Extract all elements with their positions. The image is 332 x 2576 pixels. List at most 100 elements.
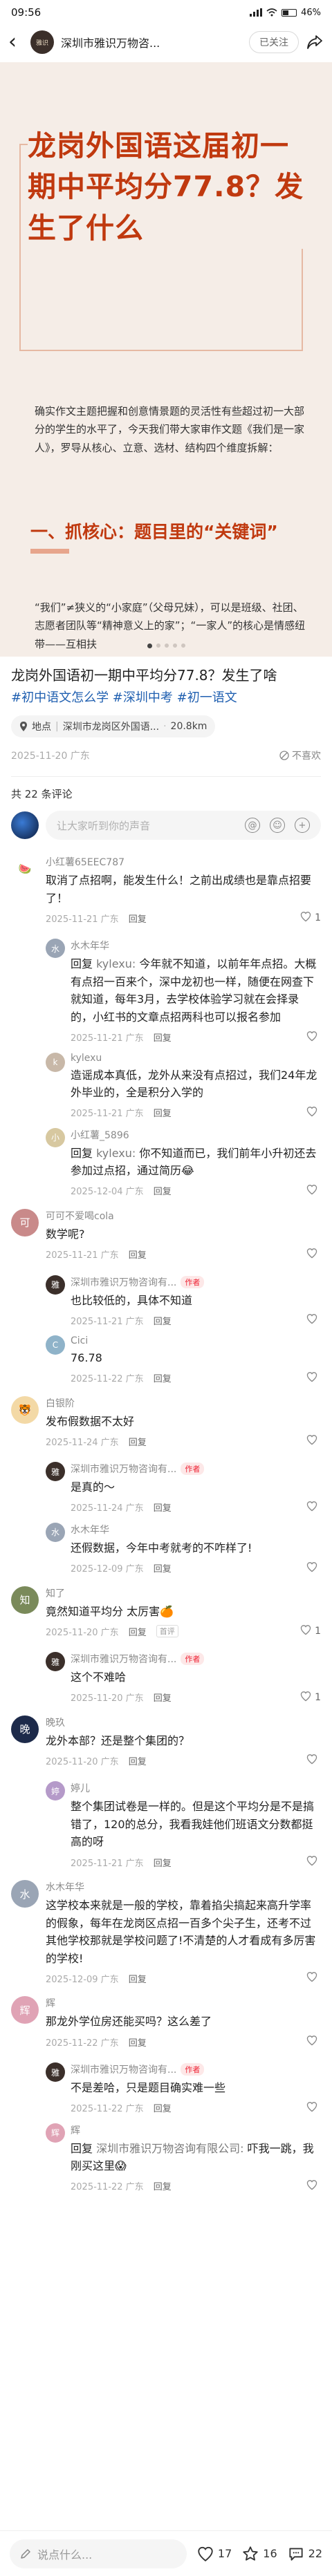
reply-button[interactable]: 回复 xyxy=(129,1248,147,1261)
comment-like-button[interactable] xyxy=(306,1031,321,1044)
comment-like-button[interactable]: 1 xyxy=(299,911,321,925)
comment-like-button[interactable] xyxy=(306,1561,321,1575)
commenter-name[interactable]: 辉 xyxy=(46,1996,321,2010)
post-meta: 2025-11-20 广东 不喜欢 xyxy=(11,749,321,762)
follow-button[interactable]: 已关注 xyxy=(249,31,299,53)
comment-like-button[interactable] xyxy=(306,1184,321,1198)
commenter-name[interactable]: 知了 xyxy=(46,1586,321,1600)
reply-button[interactable]: 回复 xyxy=(154,2179,172,2192)
comment-like-button[interactable] xyxy=(306,1313,321,1327)
replier-name[interactable]: Cici xyxy=(71,1335,321,1346)
replier-avatar[interactable]: 小 xyxy=(46,1127,65,1147)
reply-content: 是真的～ xyxy=(71,1480,116,1494)
comment-item: 晚晚玖 龙外本部？还是整个集团的？ 2025-11-20 广东 回复婷婷儿 整个集团试卷… xyxy=(0,1704,332,1869)
emoji-icon[interactable]: ☺ xyxy=(270,818,285,833)
reply-target[interactable]: kylexu: xyxy=(96,1147,136,1160)
back-arrow-icon[interactable]: ‹ xyxy=(8,32,24,53)
cover-image[interactable]: 龙岗外国语这届初一期中平均分77.8？发生了什么 确实作文主题把握和创意情景题的… xyxy=(0,62,332,657)
replier-avatar[interactable]: 雅 xyxy=(46,1462,65,1482)
comment-like-button[interactable] xyxy=(306,1106,321,1120)
commenter-name[interactable]: 水木年华 xyxy=(46,1880,321,1894)
reply-button[interactable]: 回复 xyxy=(129,1625,147,1638)
reply-button[interactable]: 回复 xyxy=(154,1691,172,1704)
reply-button[interactable]: 回复 xyxy=(154,1031,172,1044)
replier-name[interactable]: kylexu xyxy=(71,1053,321,1064)
comment-date: 2025-11-21 广东 xyxy=(71,1316,144,1327)
replier-avatar[interactable]: 雅 xyxy=(46,1652,65,1672)
comment-like-button[interactable] xyxy=(306,1371,321,1385)
dislike-button[interactable]: 不喜欢 xyxy=(279,749,321,762)
reply-target[interactable]: 深圳市雅识万物咨询有限公司: xyxy=(96,2142,243,2155)
collect-button[interactable]: 16 xyxy=(241,2545,277,2563)
commenter-name[interactable]: 小红薯65EEC787 xyxy=(46,855,321,869)
replier-name[interactable]: 深圳市雅识万物咨询有... 作者 xyxy=(71,1462,321,1476)
comment-like-button[interactable] xyxy=(306,2101,321,2115)
post-tags[interactable]: #初中语文怎么学 #深圳中考 #初一语文 xyxy=(11,688,321,707)
comment-like-button[interactable]: 1 xyxy=(299,1624,321,1638)
commenter-avatar[interactable]: 晚 xyxy=(11,1715,39,1743)
commenter-avatar[interactable]: 🐯 xyxy=(11,1395,39,1424)
replier-name[interactable]: 水木年华 xyxy=(71,939,321,952)
comment-like-button[interactable]: 1 xyxy=(299,1691,321,1704)
replier-name[interactable]: 婷儿 xyxy=(71,1781,321,1795)
reply-button[interactable]: 回复 xyxy=(154,1501,172,1514)
replier-name[interactable]: 深圳市雅识万物咨询有... 作者 xyxy=(71,1652,321,1666)
replier-name-text: 辉 xyxy=(71,2125,80,2136)
replier-avatar[interactable]: C xyxy=(46,1335,65,1355)
comment-like-button[interactable] xyxy=(306,1971,321,1985)
comment-like-button[interactable] xyxy=(306,1501,321,1514)
commenter-avatar[interactable]: 知 xyxy=(11,1586,39,1614)
replier-avatar[interactable]: 婷 xyxy=(46,1781,65,1801)
comment-button[interactable]: 22 xyxy=(287,2545,322,2563)
replier-avatar[interactable]: 雅 xyxy=(46,1275,65,1295)
comment-input[interactable]: 让大家听到你的声音 @ ☺ + xyxy=(46,811,321,840)
heart-icon xyxy=(306,1434,318,1448)
author-name[interactable]: 深圳市雅识万物咨... xyxy=(61,34,242,50)
add-image-icon[interactable]: + xyxy=(295,818,310,833)
like-button[interactable]: 17 xyxy=(196,2545,232,2563)
reply-button[interactable]: 回复 xyxy=(154,1856,172,1869)
location-label: 地点 xyxy=(32,722,51,733)
reply-button[interactable]: 回复 xyxy=(154,1371,172,1384)
location-chip[interactable]: 地点 | 深圳市龙岗区外国语... · 20.8km xyxy=(11,715,216,737)
reply-button[interactable]: 回复 xyxy=(154,1184,172,1197)
reply-button[interactable]: 回复 xyxy=(129,1754,147,1767)
replier-name[interactable]: 小红薯_5896 xyxy=(71,1128,321,1142)
replier-avatar[interactable]: 辉 xyxy=(46,2123,65,2143)
commenter-name[interactable]: 可可不爱喝cola xyxy=(46,1209,321,1223)
reply-button[interactable]: 回复 xyxy=(129,2036,147,2049)
replier-name[interactable]: 水木年华 xyxy=(71,1523,321,1536)
commenter-avatar[interactable]: 可 xyxy=(11,1208,39,1237)
share-icon[interactable] xyxy=(306,33,324,51)
commenter-avatar[interactable]: 🍉 xyxy=(11,855,39,883)
reply-button[interactable]: 回复 xyxy=(129,1435,147,1448)
commenter-avatar[interactable]: 水 xyxy=(11,1880,39,1908)
replier-name[interactable]: 深圳市雅识万物咨询有... 作者 xyxy=(71,1275,321,1289)
reply-button[interactable]: 回复 xyxy=(154,1561,172,1574)
commenter-avatar[interactable]: 辉 xyxy=(11,1996,39,2024)
comment-like-button[interactable] xyxy=(306,1434,321,1448)
replier-avatar[interactable]: k xyxy=(46,1052,65,1072)
replier-name[interactable]: 深圳市雅识万物咨询有... 作者 xyxy=(71,2062,321,2076)
comment-like-button[interactable] xyxy=(306,1248,321,1261)
reply-button[interactable]: 回复 xyxy=(129,912,147,925)
heart-icon xyxy=(306,1855,318,1869)
commenter-name[interactable]: 晚玖 xyxy=(46,1715,321,1729)
replier-name[interactable]: 辉 xyxy=(71,2123,321,2137)
reply-button[interactable]: 回复 xyxy=(154,2101,172,2114)
say-something-input[interactable]: 说点什么... xyxy=(10,2539,187,2568)
replier-avatar[interactable]: 水 xyxy=(46,1522,65,1542)
reply-button[interactable]: 回复 xyxy=(154,1106,172,1119)
reply-button[interactable]: 回复 xyxy=(129,1972,147,1985)
comment-like-button[interactable] xyxy=(306,2035,321,2049)
replier-avatar[interactable]: 雅 xyxy=(46,2062,65,2083)
reply-target[interactable]: kylexu: xyxy=(96,957,136,970)
mention-icon[interactable]: @ xyxy=(245,818,260,833)
author-avatar[interactable]: 雅识 xyxy=(30,30,54,54)
comment-like-button[interactable] xyxy=(306,1754,321,1767)
replier-avatar[interactable]: 水 xyxy=(46,939,65,959)
comment-like-button[interactable] xyxy=(306,2179,321,2193)
reply-button[interactable]: 回复 xyxy=(154,1314,172,1327)
commenter-name[interactable]: 白银阶 xyxy=(46,1396,321,1410)
comment-like-button[interactable] xyxy=(306,1855,321,1869)
